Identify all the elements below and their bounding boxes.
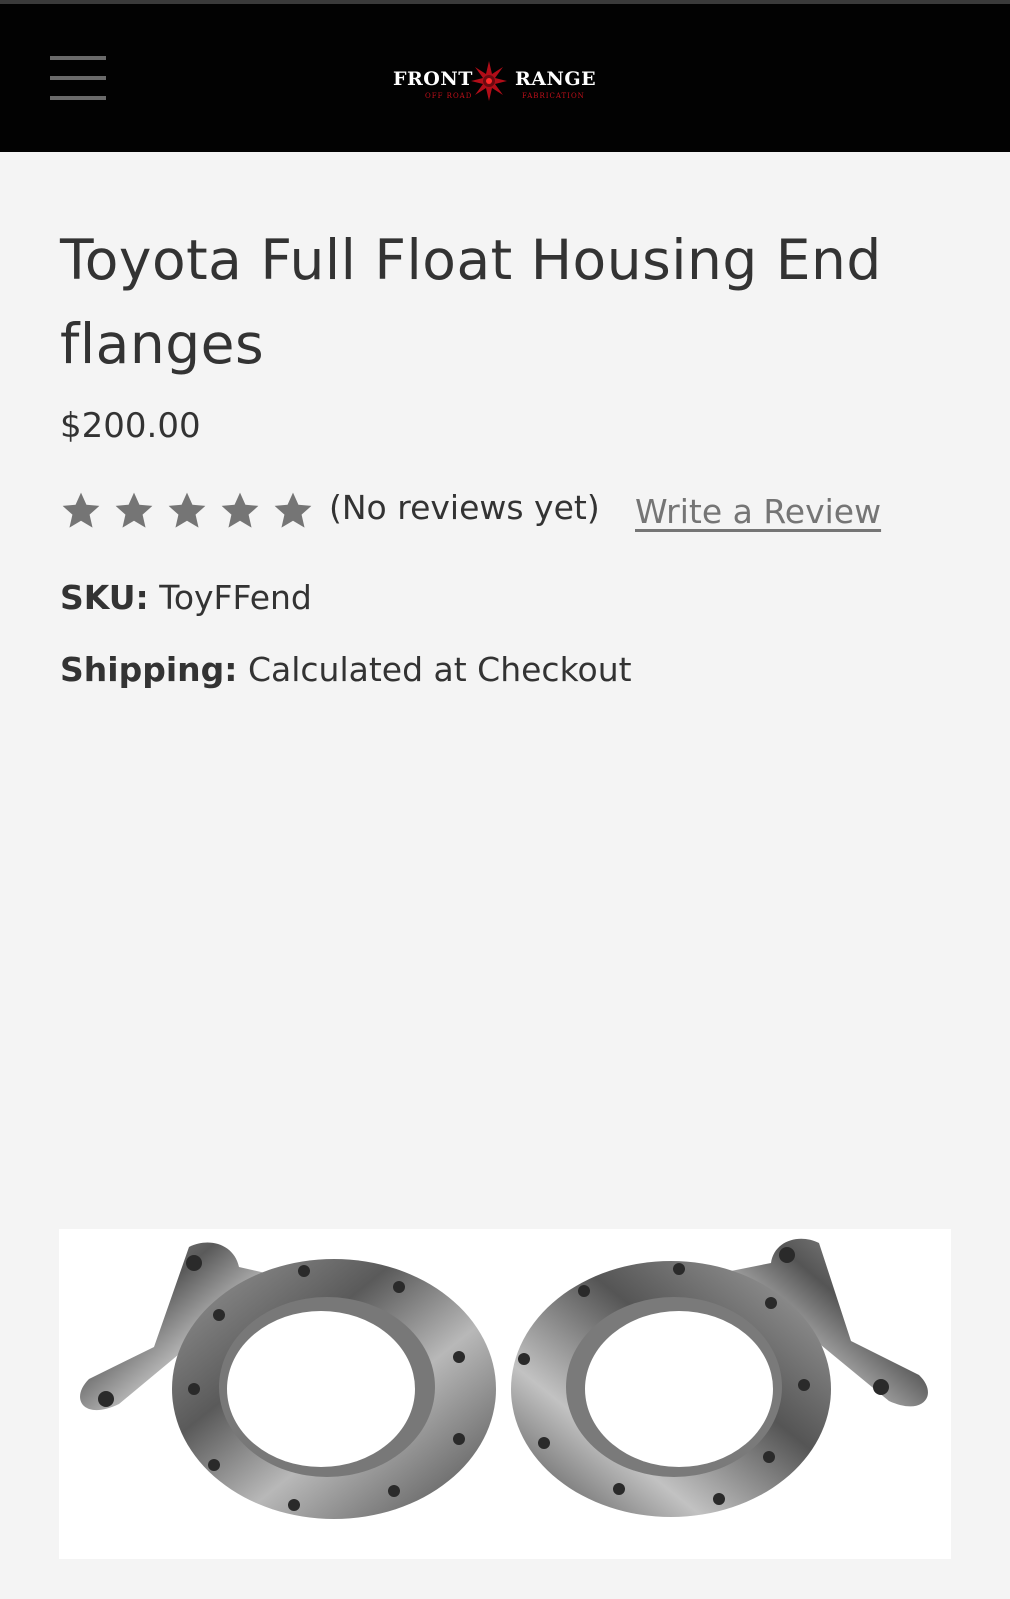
star-icon — [115, 492, 153, 528]
star-icon — [274, 492, 312, 528]
flange-product-image — [80, 1238, 928, 1519]
sku-label: SKU: — [60, 578, 149, 617]
reviews-count-text: (No reviews yet) — [329, 488, 600, 527]
site-logo[interactable]: FRONT RANGE OFF ROAD FABRICATION — [385, 56, 605, 106]
shipping-label: Shipping: — [60, 650, 238, 689]
logo-word-left: FRONT — [393, 68, 473, 90]
star-icon — [168, 492, 206, 528]
sku-row: SKU: ToyFFend — [60, 578, 312, 617]
product-rating: (No reviews yet) Write a Review — [60, 488, 960, 534]
star-icon — [221, 492, 259, 528]
shipping-row: Shipping: Calculated at Checkout — [60, 650, 632, 689]
menu-bar — [50, 56, 106, 60]
logo-star-icon — [471, 61, 507, 101]
write-review-link[interactable]: Write a Review — [635, 492, 881, 531]
menu-bar — [50, 96, 106, 100]
right-flange — [511, 1238, 928, 1517]
sku-value: ToyFFend — [159, 578, 312, 617]
logo-subtext-right: FABRICATION — [522, 92, 585, 100]
menu-bar — [50, 76, 106, 80]
hamburger-menu-icon[interactable] — [50, 56, 106, 104]
left-flange — [80, 1242, 496, 1519]
logo-subtext-left: OFF ROAD — [425, 92, 473, 100]
logo-word-right: RANGE — [515, 68, 597, 90]
product-title: Toyota Full Float Housing End flanges — [60, 228, 882, 376]
shipping-value: Calculated at Checkout — [247, 650, 632, 689]
site-header: FRONT RANGE OFF ROAD FABRICATION — [0, 4, 1010, 152]
star-icon — [62, 492, 100, 528]
product-image[interactable] — [59, 1229, 951, 1559]
product-price: $200.00 — [60, 406, 201, 446]
